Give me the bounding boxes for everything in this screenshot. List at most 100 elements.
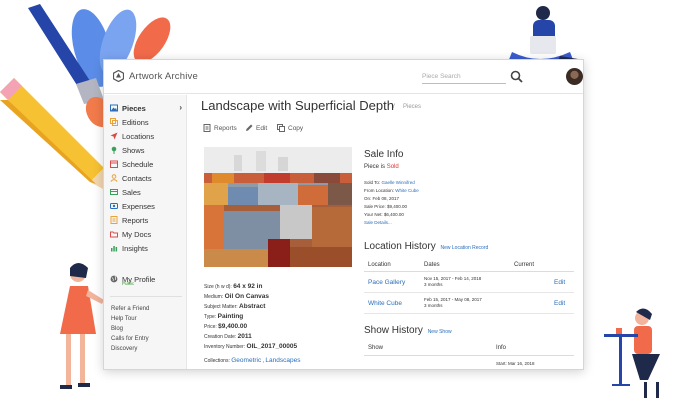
collections-label: Collections: <box>204 358 230 364</box>
sidebar-item-pieces[interactable]: Pieces › <box>110 102 186 114</box>
artwork-image[interactable] <box>204 147 352 267</box>
show-start-date: Start: Mar 16, 2018 <box>496 361 535 366</box>
detail-subject: Subject Matter: Abstract <box>204 303 265 310</box>
new-location-record-link[interactable]: New Location Record <box>440 245 488 251</box>
sidebar-item-expenses[interactable]: Expenses <box>110 200 186 212</box>
sale-price-line: Sale Price: $9,400.00 <box>364 204 407 209</box>
dates-range: Feb 15, 2017 - May 08, 2017 <box>424 297 482 302</box>
calls-for-entry-link[interactable]: Calls for Entry <box>111 336 149 342</box>
sidebar-item-my-docs[interactable]: My Docs <box>110 228 186 240</box>
inventory-label: Inventory Number: <box>204 344 246 350</box>
show-history-title: Show History <box>364 325 423 336</box>
sidebar-item-reports[interactable]: Reports <box>110 214 186 226</box>
show-history-heading: Show History New Show <box>364 325 452 336</box>
location-history-title: Location History <box>364 241 436 252</box>
location-link[interactable]: Pace Gallery <box>368 279 405 286</box>
inventory-value: OIL_2017_00005 <box>246 343 298 350</box>
sale-date-label: On: <box>364 196 372 201</box>
sidebar-item-schedule[interactable]: Schedule <box>110 158 186 170</box>
subject-label: Subject Matter: <box>204 304 238 310</box>
type-value: Painting <box>217 313 244 320</box>
location-dates: Feb 15, 2017 - May 08, 2017 3 months <box>424 297 482 309</box>
sidebar-item-label: Reports <box>122 215 149 225</box>
sidebar-item-label: Schedule <box>122 159 154 169</box>
sidebar-item-shows[interactable]: Shows <box>110 144 186 156</box>
sales-icon <box>110 189 118 195</box>
edit-location-link[interactable]: Edit <box>554 279 565 286</box>
from-location-link[interactable]: White Cube <box>395 188 419 193</box>
location-link[interactable]: White Cube <box>368 300 402 307</box>
location-arrow-icon <box>110 132 118 140</box>
location-history-heading: Location History New Location Record <box>364 241 488 252</box>
table-row: White Cube Feb 15, 2017 - May 08, 2017 3 … <box>364 293 574 314</box>
sale-status-prefix: Piece is <box>364 164 386 170</box>
new-show-link[interactable]: New Show <box>428 329 452 335</box>
sidebar-item-label: Locations <box>122 131 155 141</box>
profile-status-badge: Public <box>122 281 135 286</box>
contact-icon <box>110 174 118 182</box>
sidebar-item-insights[interactable]: Insights <box>110 242 186 254</box>
location-dates: Nov 15, 2017 - Feb 14, 2018 3 months <box>424 276 481 288</box>
copy-label: Copy <box>288 124 304 132</box>
buyer-link[interactable]: Gaelle Winnifred <box>381 180 414 185</box>
logo-icon <box>113 70 124 82</box>
sidebar-item-label: My Docs <box>122 229 152 239</box>
copy-button[interactable]: Copy <box>277 124 303 132</box>
sale-price-value: $9,400.00 <box>387 204 408 209</box>
dates-range: Nov 15, 2017 - Feb 14, 2018 <box>424 276 482 281</box>
column-current: Current <box>514 262 535 268</box>
editions-icon <box>110 118 118 126</box>
user-avatar[interactable] <box>566 68 583 85</box>
table-row: Pace Gallery Nov 15, 2017 - Feb 14, 2018… <box>364 272 574 293</box>
sale-details-line: Sale Details... <box>364 220 392 225</box>
help-tour-link[interactable]: Help Tour <box>111 316 137 322</box>
collection-geometric-link[interactable]: Geometric <box>231 357 261 364</box>
pencil-icon <box>246 124 253 131</box>
app-name: Artwork Archive <box>129 70 198 82</box>
discovery-link[interactable]: Discovery <box>111 346 137 352</box>
sidebar-item-locations[interactable]: Locations <box>110 130 186 142</box>
collections-separator: , <box>262 358 265 364</box>
edit-button[interactable]: Edit <box>245 124 267 132</box>
dates-duration: 3 months <box>424 282 443 287</box>
refer-a-friend-link[interactable]: Refer a Friend <box>111 306 149 312</box>
sale-price-label: Sale Price: <box>364 204 386 209</box>
net-value: $6,400.00 <box>383 212 404 217</box>
type-label: Type: <box>204 314 217 320</box>
bar-chart-icon <box>111 246 118 252</box>
sidebar: Pieces › Editions Locations Shows Schedu… <box>104 95 187 369</box>
piece-search-input[interactable] <box>422 70 506 84</box>
sale-details-link[interactable]: Sale Details... <box>364 220 392 225</box>
sidebar-item-label: Contacts <box>122 173 152 183</box>
detail-collections: Collections: Geometric , Landscapes <box>204 357 300 364</box>
subject-value: Abstract <box>239 303 266 310</box>
calendar-icon <box>110 160 118 168</box>
folder-icon <box>110 231 118 238</box>
blog-link[interactable]: Blog <box>111 326 123 332</box>
medium-value: Oil On Canvas <box>224 293 270 300</box>
reports-label: Reports <box>214 124 237 132</box>
sale-info-heading: Sale Info <box>364 149 404 160</box>
chevron-right-icon: › <box>179 103 182 112</box>
detail-medium: Medium: Oil On Canvas <box>204 293 269 300</box>
collection-landscapes-link[interactable]: Landscapes <box>265 357 300 364</box>
breadcrumb-separator: / <box>393 104 395 110</box>
sidebar-item-sales[interactable]: Sales <box>110 186 186 198</box>
from-location-line: From Location: White Cube <box>364 188 419 193</box>
app-window: Artwork Archive Pieces › Editions Locati… <box>103 59 584 370</box>
reports-button[interactable]: Reports <box>203 124 237 132</box>
sidebar-item-label: Insights <box>122 243 148 253</box>
creation-value: 2011 <box>237 333 252 340</box>
search-icon[interactable] <box>510 70 523 83</box>
sidebar-divider <box>110 296 182 297</box>
column-location: Location <box>368 262 391 268</box>
breadcrumb-pieces[interactable]: Pieces <box>403 104 421 110</box>
sidebar-item-contacts[interactable]: Contacts <box>110 172 186 184</box>
edit-location-link[interactable]: Edit <box>554 300 565 307</box>
detail-type: Type: Painting <box>204 313 243 320</box>
sidebar-item-editions[interactable]: Editions <box>110 116 186 128</box>
detail-size: Size (h w d): 64 x 92 in <box>204 283 262 290</box>
sale-date-line: On: Feb 08, 2017 <box>364 196 399 201</box>
app-logo[interactable]: Artwork Archive <box>113 70 198 82</box>
sale-status: Piece is Sold <box>364 164 399 170</box>
